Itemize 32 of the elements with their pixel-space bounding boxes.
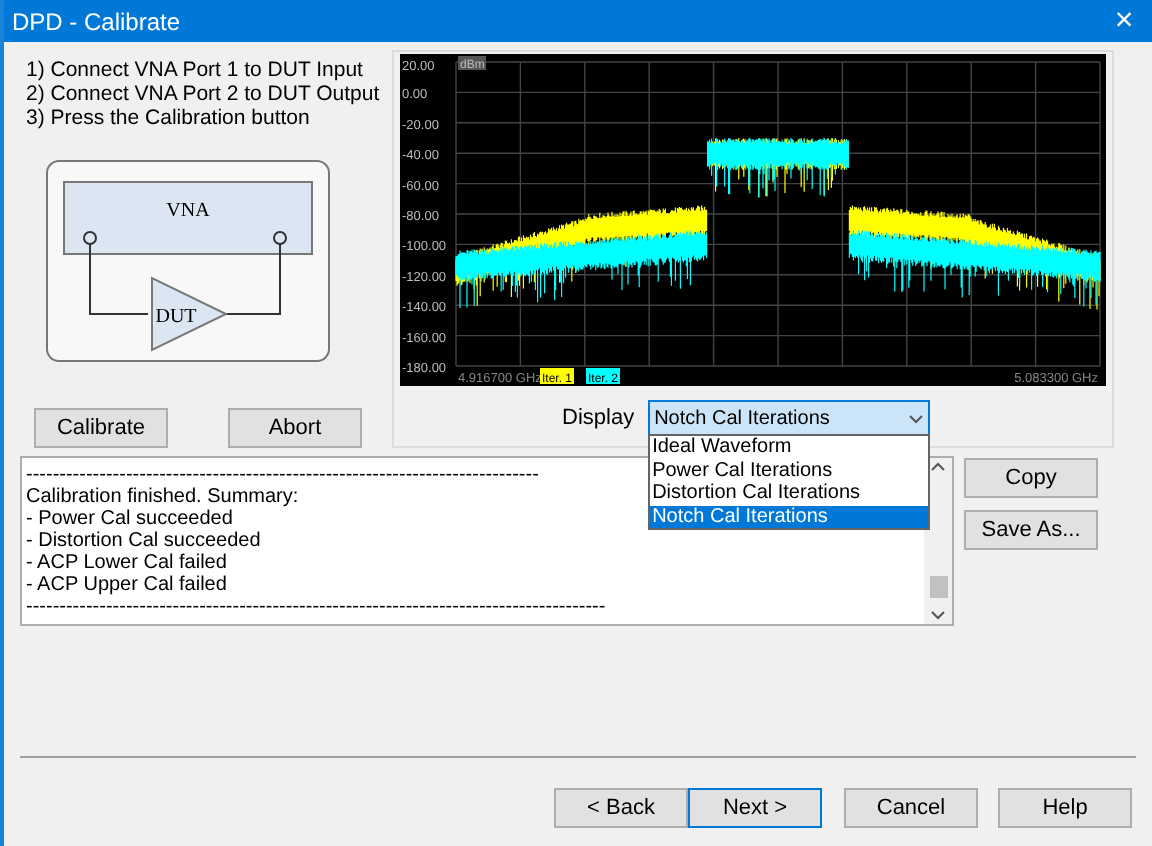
scrollbar[interactable] — [924, 458, 952, 624]
calibrate-button[interactable]: Calibrate — [34, 408, 168, 448]
log-line: - ACP Upper Cal failed — [26, 574, 227, 596]
scroll-up-icon[interactable] — [930, 462, 946, 472]
connection-diagram: VNA DUT — [46, 160, 336, 366]
log-line: --------------------------------------------------------------------------------------- — [26, 596, 606, 618]
log-line: - Distortion Cal succeeded — [26, 530, 261, 552]
instruction-text: 1) Connect VNA Port 1 to DUT Input — [26, 58, 365, 82]
dropdown-option[interactable]: Notch Cal Iterations — [650, 505, 929, 528]
window-title: DPD - Calibrate — [12, 5, 181, 39]
save-as-button[interactable]: Save As... — [964, 510, 1098, 550]
log-line: - Power Cal succeeded — [26, 508, 233, 530]
wizard-button[interactable]: < Back — [554, 788, 688, 829]
wizard-button[interactable]: Cancel — [844, 788, 978, 829]
dropdown-option[interactable]: Distortion Cal Iterations — [650, 482, 929, 505]
display-label: Display — [562, 403, 635, 434]
wizard-button[interactable]: Help — [998, 788, 1132, 829]
dropdown-option[interactable]: Ideal Waveform — [650, 436, 929, 459]
log-line: Calibration finished. Summary: — [26, 486, 299, 508]
display-dropdown[interactable]: Notch Cal Iterations — [648, 400, 931, 436]
close-button[interactable]: × — [1104, 5, 1144, 37]
abort-button[interactable]: Abort — [228, 408, 362, 448]
scroll-down-icon[interactable] — [930, 610, 946, 620]
dropdown-option[interactable]: Power Cal Iterations — [650, 459, 929, 482]
instruction-text: 3) Press the Calibration button — [26, 106, 312, 130]
scrollbar-thumb[interactable] — [929, 576, 947, 598]
instruction-text: 2) Connect VNA Port 2 to DUT Output — [26, 82, 382, 106]
chevron-icon — [908, 413, 925, 423]
log-line: - ACP Lower Cal failed — [26, 552, 227, 574]
copy-button[interactable]: Copy — [964, 458, 1098, 498]
wizard-button[interactable]: Next > — [688, 788, 822, 829]
log-line: ----------------------------------------------------------------------------- — [26, 464, 539, 486]
